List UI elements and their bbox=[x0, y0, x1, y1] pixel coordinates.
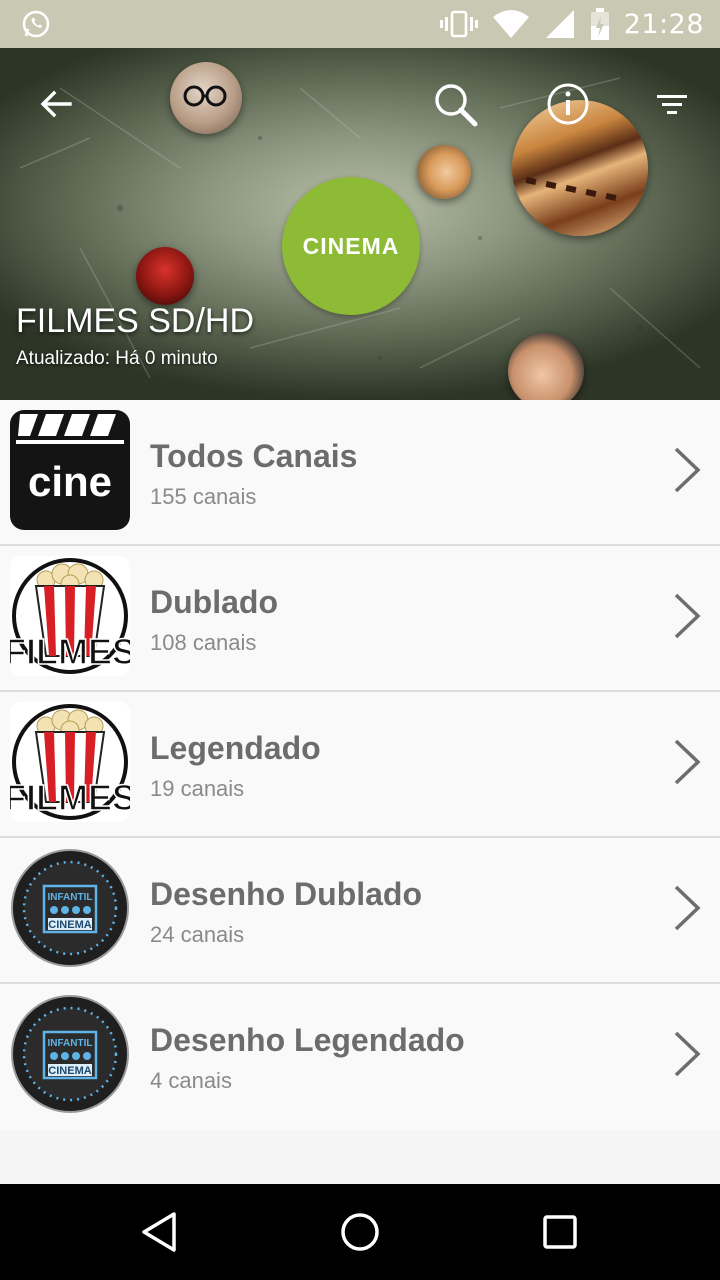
thumb-cine-text: cine bbox=[28, 458, 112, 505]
popcorn-filmes-icon: FILMES bbox=[10, 702, 130, 822]
infantil-cinema-icon: INFANTIL CINEMA bbox=[11, 849, 129, 967]
list-item-todos-canais[interactable]: cine Todos Canais 155 canais bbox=[0, 400, 720, 546]
chevron-right-icon bbox=[674, 885, 701, 931]
thumb-infantil-text: INFANTIL bbox=[48, 1038, 93, 1049]
category-list: cine Todos Canais 155 canais FILMES Dubl… bbox=[0, 400, 720, 1130]
search-icon bbox=[435, 84, 478, 127]
list-item-title: Todos Canais bbox=[150, 438, 358, 474]
thumb-cinema-text: CINEMA bbox=[48, 1065, 91, 1077]
filter-icon bbox=[657, 95, 687, 114]
system-nav-bar bbox=[0, 1184, 720, 1280]
list-item-desenho-legendado[interactable]: INFANTIL CINEMA Desenho Legendado 4 cana… bbox=[0, 984, 720, 1130]
bubble-photo-woman bbox=[417, 145, 471, 199]
list-item-count: 108 canais bbox=[150, 630, 257, 655]
list-item-count: 155 canais bbox=[150, 484, 257, 509]
back-button[interactable] bbox=[28, 76, 84, 132]
bubble-photo-man-glasses bbox=[170, 62, 242, 134]
chevron-right-icon bbox=[674, 739, 701, 785]
infantil-cinema-icon: INFANTIL CINEMA bbox=[11, 995, 129, 1113]
list-item-title: Dublado bbox=[150, 584, 278, 620]
cinema-badge-label: CINEMA bbox=[302, 232, 400, 259]
status-time: 21:28 bbox=[623, 8, 704, 40]
status-bar: 21:28 bbox=[0, 0, 720, 48]
list-item-desenho-dublado[interactable]: INFANTIL CINEMA Desenho Dublado 24 canai… bbox=[0, 838, 720, 984]
info-icon bbox=[547, 83, 589, 125]
whatsapp-icon bbox=[22, 10, 50, 38]
back-triangle-icon[interactable] bbox=[136, 1208, 184, 1256]
popcorn-filmes-icon: FILMES bbox=[10, 556, 130, 676]
chevron-right-icon bbox=[674, 1031, 701, 1077]
thumb-cinema-text: CINEMA bbox=[48, 919, 91, 931]
list-item-legendado[interactable]: FILMES Legendado 19 canais bbox=[0, 692, 720, 838]
wifi-icon bbox=[492, 10, 529, 38]
cinema-banner-badge: CINEMA bbox=[282, 177, 420, 315]
chevron-right-icon bbox=[674, 593, 701, 639]
list-item-count: 19 canais bbox=[150, 776, 245, 801]
page-title: FILMES SD/HD bbox=[16, 302, 255, 340]
vibrate-icon bbox=[439, 10, 478, 38]
list-item-dublado[interactable]: FILMES Dublado 108 canais bbox=[0, 546, 720, 692]
thumb-filmes-text: FILMES bbox=[10, 631, 130, 672]
list-item-title: Desenho Dublado bbox=[150, 876, 423, 912]
list-item-title: Desenho Legendado bbox=[150, 1022, 465, 1058]
list-item-count: 24 canais bbox=[150, 922, 245, 947]
last-updated-text: Atualizado: Há 0 minuto bbox=[16, 348, 218, 369]
info-button[interactable] bbox=[540, 76, 596, 132]
search-button[interactable] bbox=[427, 76, 483, 132]
thumb-infantil-text: INFANTIL bbox=[48, 892, 93, 903]
filter-button[interactable] bbox=[644, 76, 700, 132]
thumb-filmes-text: FILMES bbox=[10, 777, 130, 818]
cine-clapperboard-icon: cine bbox=[10, 410, 130, 530]
home-circle-icon[interactable] bbox=[336, 1208, 384, 1256]
bubble-photo-theater bbox=[136, 247, 194, 305]
signal-icon bbox=[545, 10, 574, 38]
list-item-title: Legendado bbox=[150, 730, 321, 766]
bubble-photo-boy bbox=[508, 333, 584, 400]
back-arrow-icon bbox=[40, 90, 72, 118]
header-banner: CINEMA FILMES SD/HD Atualizado: Há 0 min… bbox=[0, 48, 720, 400]
chevron-right-icon bbox=[674, 447, 701, 493]
list-item-count: 4 canais bbox=[150, 1068, 232, 1093]
battery-icon bbox=[590, 8, 609, 40]
recents-square-icon[interactable] bbox=[536, 1208, 584, 1256]
